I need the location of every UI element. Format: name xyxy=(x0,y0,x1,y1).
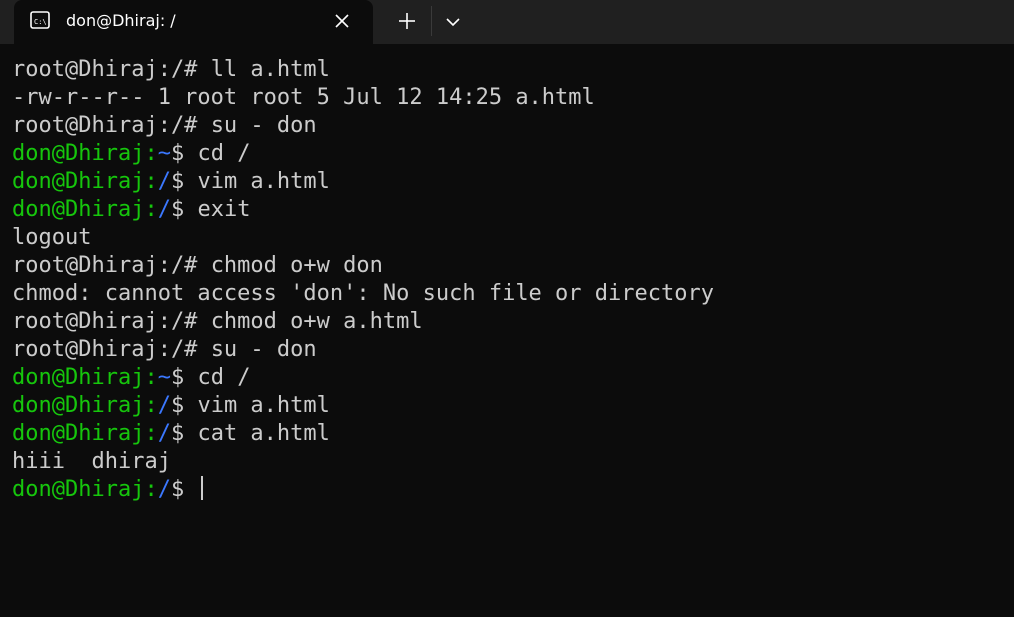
terminal-line: don@Dhiraj:/$ vim a.html xyxy=(12,392,1014,420)
terminal-line: don@Dhiraj:/$ vim a.html xyxy=(12,168,1014,196)
command-text: cd / xyxy=(197,141,251,166)
terminal-line: root@Dhiraj:/# chmod o+w don xyxy=(12,252,1014,280)
terminal-line: root@Dhiraj:/# chmod o+w a.html xyxy=(12,308,1014,336)
output-text: logout xyxy=(12,225,92,250)
prompt-user: don@Dhiraj xyxy=(12,365,145,390)
svg-text:C:\: C:\ xyxy=(34,18,47,26)
prompt-separator: : xyxy=(144,365,158,390)
prompt-symbol: $ xyxy=(170,169,198,194)
terminal-icon: C:\ xyxy=(30,10,50,30)
prompt-separator: : xyxy=(144,197,158,222)
prompt-separator: : xyxy=(144,141,158,166)
prompt-path: / xyxy=(157,477,171,502)
terminal-tab[interactable]: C:\ don@Dhiraj: / xyxy=(14,0,373,44)
prompt-user: don@Dhiraj xyxy=(12,477,145,502)
prompt-user: don@Dhiraj xyxy=(12,169,145,194)
prompt-separator: : xyxy=(144,393,158,418)
command-text: chmod o+w don xyxy=(210,253,383,278)
terminal-line: don@Dhiraj:/$ xyxy=(12,476,1014,504)
command-text: cd / xyxy=(197,365,251,390)
root-prompt: root@Dhiraj:/# xyxy=(12,253,211,278)
command-text: chmod o+w a.html xyxy=(210,309,423,334)
prompt-user: don@Dhiraj xyxy=(12,141,145,166)
command-text: vim a.html xyxy=(197,393,330,418)
prompt-user: don@Dhiraj xyxy=(12,393,145,418)
tab-title: don@Dhiraj: / xyxy=(66,11,176,30)
terminal-line: don@Dhiraj:~$ cd / xyxy=(12,364,1014,392)
prompt-path: / xyxy=(157,197,171,222)
terminal-line: don@Dhiraj:/$ cat a.html xyxy=(12,420,1014,448)
terminal-line: hiii dhiraj xyxy=(12,448,1014,476)
output-text: hiii dhiraj xyxy=(12,449,171,474)
prompt-separator: : xyxy=(144,169,158,194)
terminal-line: root@Dhiraj:/# su - don xyxy=(12,336,1014,364)
plus-icon[interactable] xyxy=(396,10,418,32)
text-cursor xyxy=(201,476,204,500)
prompt-user: don@Dhiraj xyxy=(12,197,145,222)
title-bar: C:\ don@Dhiraj: / xyxy=(0,0,1014,44)
prompt-path: ~ xyxy=(157,141,171,166)
prompt-symbol: $ xyxy=(170,365,198,390)
command-text: vim a.html xyxy=(197,169,330,194)
close-icon[interactable] xyxy=(332,11,352,31)
titlebar-divider xyxy=(431,6,432,36)
prompt-path: / xyxy=(157,169,171,194)
command-text: su - don xyxy=(210,337,317,362)
root-prompt: root@Dhiraj:/# xyxy=(12,57,211,82)
prompt-path: / xyxy=(157,421,171,446)
prompt-separator: : xyxy=(144,477,158,502)
prompt-user: don@Dhiraj xyxy=(12,421,145,446)
terminal-line: don@Dhiraj:~$ cd / xyxy=(12,140,1014,168)
terminal-line: -rw-r--r-- 1 root root 5 Jul 12 14:25 a.… xyxy=(12,84,1014,112)
command-text: ll a.html xyxy=(210,57,330,82)
prompt-path: ~ xyxy=(157,365,171,390)
terminal-line: chmod: cannot access 'don': No such file… xyxy=(12,280,1014,308)
root-prompt: root@Dhiraj:/# xyxy=(12,309,211,334)
output-text: chmod: cannot access 'don': No such file… xyxy=(12,281,714,306)
root-prompt: root@Dhiraj:/# xyxy=(12,337,211,362)
terminal-line: root@Dhiraj:/# su - don xyxy=(12,112,1014,140)
command-text: cat a.html xyxy=(197,421,330,446)
output-text: -rw-r--r-- 1 root root 5 Jul 12 14:25 a.… xyxy=(12,85,595,110)
prompt-symbol: $ xyxy=(170,477,198,502)
prompt-path: / xyxy=(157,393,171,418)
terminal-line: logout xyxy=(12,224,1014,252)
prompt-symbol: $ xyxy=(170,197,198,222)
prompt-symbol: $ xyxy=(170,393,198,418)
command-text: exit xyxy=(197,197,251,222)
prompt-symbol: $ xyxy=(170,141,198,166)
terminal-output[interactable]: root@Dhiraj:/# ll a.html -rw-r--r-- 1 roo… xyxy=(12,56,1014,617)
terminal-line: root@Dhiraj:/# ll a.html xyxy=(12,56,1014,84)
command-text: su - don xyxy=(210,113,317,138)
terminal-line: don@Dhiraj:/$ exit xyxy=(12,196,1014,224)
chevron-down-icon[interactable] xyxy=(443,12,463,32)
prompt-symbol: $ xyxy=(170,421,198,446)
root-prompt: root@Dhiraj:/# xyxy=(12,113,211,138)
prompt-separator: : xyxy=(144,421,158,446)
